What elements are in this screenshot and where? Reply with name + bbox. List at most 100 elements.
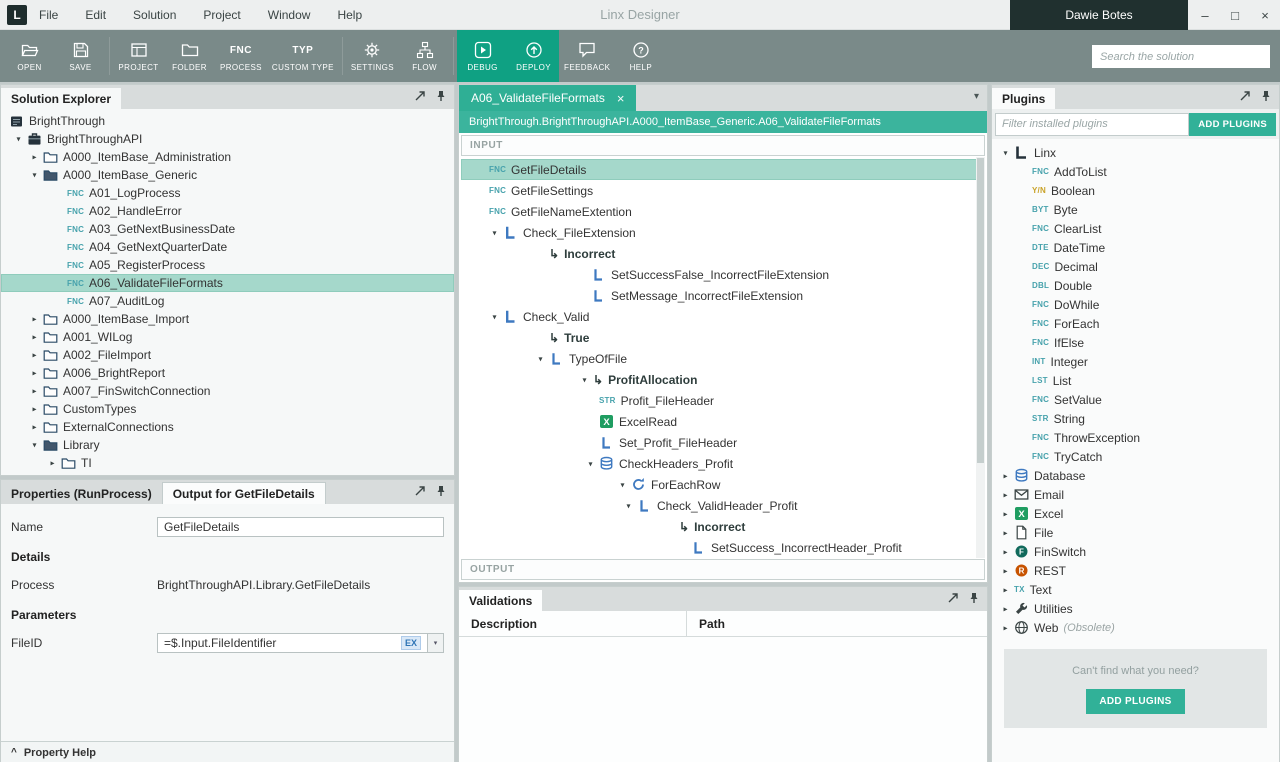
solution-item-brightthroughapi[interactable]: ▾BrightThroughAPI	[1, 130, 454, 148]
process-node-set-profit-fileheader[interactable]: Set_Profit_FileHeader	[461, 432, 985, 453]
name-field[interactable]	[157, 517, 444, 537]
plugin-item-linx[interactable]: ▾Linx	[992, 143, 1279, 162]
plugin-item-file[interactable]: ▸File	[992, 523, 1279, 542]
plugin-item-database[interactable]: ▸Database	[992, 466, 1279, 485]
process-button[interactable]: FNCPROCESS	[215, 30, 267, 82]
solution-item-a000-itembase-import[interactable]: ▸A000_ItemBase_Import	[1, 310, 454, 328]
process-node-incorrect[interactable]: ↳Incorrect	[461, 516, 985, 537]
plugin-item-utilities[interactable]: ▸Utilities	[992, 599, 1279, 618]
help-button[interactable]: ?HELP	[615, 30, 666, 82]
expand-arrow-icon[interactable]: ▸	[46, 459, 59, 468]
plugin-item-excel[interactable]: ▸XExcel	[992, 504, 1279, 523]
solution-item-library[interactable]: ▾Library	[1, 436, 454, 454]
tab-output-for-getfiledetails[interactable]: Output for GetFileDetails	[162, 482, 326, 504]
search-input[interactable]	[1092, 45, 1270, 68]
expand-arrow-icon[interactable]: ▸	[999, 509, 1012, 518]
pin-icon[interactable]	[1260, 90, 1272, 102]
process-node-foreachrow[interactable]: ▾ForEachRow	[461, 474, 985, 495]
expand-arrow-icon[interactable]: ▸	[999, 528, 1012, 537]
plugin-item-clearlist[interactable]: FNCClearList	[992, 219, 1279, 238]
expand-arrow-icon[interactable]: ▸	[28, 405, 41, 414]
process-node-incorrect[interactable]: ↳Incorrect	[461, 243, 985, 264]
plugin-item-addtolist[interactable]: FNCAddToList	[992, 162, 1279, 181]
chevron-down-icon[interactable]: ▾	[428, 633, 444, 653]
flow-button[interactable]: FLOW	[399, 30, 450, 82]
process-node-getfilenameextention[interactable]: FNCGetFileNameExtention	[461, 201, 985, 222]
user-menu[interactable]: Dawie Botes	[1010, 0, 1188, 30]
plugin-item-finswitch[interactable]: ▸FFinSwitch	[992, 542, 1279, 561]
process-node-setsuccessfalse-incorrectfileextension[interactable]: SetSuccessFalse_IncorrectFileExtension	[461, 264, 985, 285]
solution-item-a000-itembase-generic[interactable]: ▾A000_ItemBase_Generic	[1, 166, 454, 184]
solution-item-a002-fileimport[interactable]: ▸A002_FileImport	[1, 346, 454, 364]
collapse-arrow-icon[interactable]: ▾	[999, 148, 1012, 157]
collapse-arrow-icon[interactable]: ▾	[488, 312, 501, 321]
tab-list-icon[interactable]: ▾	[974, 91, 979, 102]
solution-item-a01-logprocess[interactable]: FNCA01_LogProcess	[1, 184, 454, 202]
plugin-filter-input[interactable]	[995, 113, 1189, 136]
plugin-item-boolean[interactable]: Y/NBoolean	[992, 181, 1279, 200]
collapse-arrow-icon[interactable]: ▾	[28, 171, 41, 180]
custom-type-button[interactable]: TYPCUSTOM TYPE	[267, 30, 339, 82]
expand-arrow-icon[interactable]: ▸	[999, 623, 1012, 632]
plugin-item-rest[interactable]: ▸RREST	[992, 561, 1279, 580]
solution-item-customtypes[interactable]: ▸CustomTypes	[1, 400, 454, 418]
expand-arrow-icon[interactable]: ▸	[999, 547, 1012, 556]
close-tab-icon[interactable]: ×	[617, 91, 625, 106]
plugin-item-string[interactable]: STRString	[992, 409, 1279, 428]
expand-arrow-icon[interactable]: ▸	[28, 333, 41, 342]
solution-item-externalconnections[interactable]: ▸ExternalConnections	[1, 418, 454, 436]
close-button[interactable]: ×	[1250, 0, 1280, 30]
expand-arrow-icon[interactable]: ▸	[28, 351, 41, 360]
plugin-item-decimal[interactable]: DECDecimal	[992, 257, 1279, 276]
solution-item-a000-itembase-administration[interactable]: ▸A000_ItemBase_Administration	[1, 148, 454, 166]
deploy-button[interactable]: DEPLOY	[508, 30, 559, 82]
menu-edit[interactable]: Edit	[85, 8, 106, 22]
plugin-item-ifelse[interactable]: FNCIfElse	[992, 333, 1279, 352]
plugin-item-web[interactable]: ▸Web(Obsolete)	[992, 618, 1279, 637]
column-path[interactable]: Path	[687, 611, 725, 636]
plugin-item-list[interactable]: LSTList	[992, 371, 1279, 390]
plugin-item-integer[interactable]: INTInteger	[992, 352, 1279, 371]
maximize-button[interactable]: □	[1220, 0, 1250, 30]
solution-item-a06-validatefileformats[interactable]: FNCA06_ValidateFileFormats	[1, 274, 454, 292]
expand-arrow-icon[interactable]: ▸	[28, 387, 41, 396]
collapse-arrow-icon[interactable]: ▾	[616, 480, 629, 489]
add-plugins-button[interactable]: ADD PLUGINS	[1189, 113, 1276, 136]
process-node-setmessage-incorrectfileextension[interactable]: SetMessage_IncorrectFileExtension	[461, 285, 985, 306]
process-node-profitallocation[interactable]: ▾↳ProfitAllocation	[461, 369, 985, 390]
expand-arrow-icon[interactable]: ▸	[999, 566, 1012, 575]
solution-item-a02-handleerror[interactable]: FNCA02_HandleError	[1, 202, 454, 220]
float-panel-icon[interactable]	[1239, 90, 1251, 102]
plugin-item-foreach[interactable]: FNCForEach	[992, 314, 1279, 333]
plugin-item-byte[interactable]: BYTByte	[992, 200, 1279, 219]
process-node-excelread[interactable]: XExcelRead	[461, 411, 985, 432]
collapse-arrow-icon[interactable]: ▾	[622, 501, 635, 510]
tab-properties-runprocess[interactable]: Properties (RunProcess)	[1, 483, 162, 504]
collapse-arrow-icon[interactable]: ▾	[584, 459, 597, 468]
solution-item-a007-finswitchconnection[interactable]: ▸A007_FinSwitchConnection	[1, 382, 454, 400]
feedback-button[interactable]: FEEDBACK	[559, 30, 615, 82]
debug-button[interactable]: DEBUG	[457, 30, 508, 82]
input-section-band[interactable]: INPUT	[461, 135, 985, 156]
solution-item-a03-getnextbusinessdate[interactable]: FNCA03_GetNextBusinessDate	[1, 220, 454, 238]
process-node-setsuccess-incorrectheader-profit[interactable]: SetSuccess_IncorrectHeader_Profit	[461, 537, 985, 558]
pin-icon[interactable]	[435, 90, 447, 102]
solution-item-a006-brightreport[interactable]: ▸A006_BrightReport	[1, 364, 454, 382]
float-panel-icon[interactable]	[947, 592, 959, 604]
vertical-scrollbar[interactable]	[976, 157, 985, 558]
plugin-item-text[interactable]: ▸TXText	[992, 580, 1279, 599]
tab-solution-explorer[interactable]: Solution Explorer	[1, 88, 121, 109]
tab-validations[interactable]: Validations	[459, 590, 542, 611]
menu-help[interactable]: Help	[337, 8, 362, 22]
expand-arrow-icon[interactable]: ▸	[999, 604, 1012, 613]
expand-arrow-icon[interactable]: ▸	[999, 585, 1012, 594]
float-panel-icon[interactable]	[414, 485, 426, 497]
minimize-button[interactable]: –	[1190, 0, 1220, 30]
tab-a06-validatefileformats[interactable]: A06_ValidateFileFormats ×	[459, 85, 636, 111]
scrollbar-thumb[interactable]	[977, 158, 984, 463]
collapse-arrow-icon[interactable]: ▾	[534, 354, 547, 363]
expand-arrow-icon[interactable]: ▸	[28, 315, 41, 324]
plugin-item-throwexception[interactable]: FNCThrowException	[992, 428, 1279, 447]
expand-arrow-icon[interactable]: ▸	[999, 490, 1012, 499]
solution-item-brightthrough[interactable]: BrightThrough	[1, 112, 454, 130]
